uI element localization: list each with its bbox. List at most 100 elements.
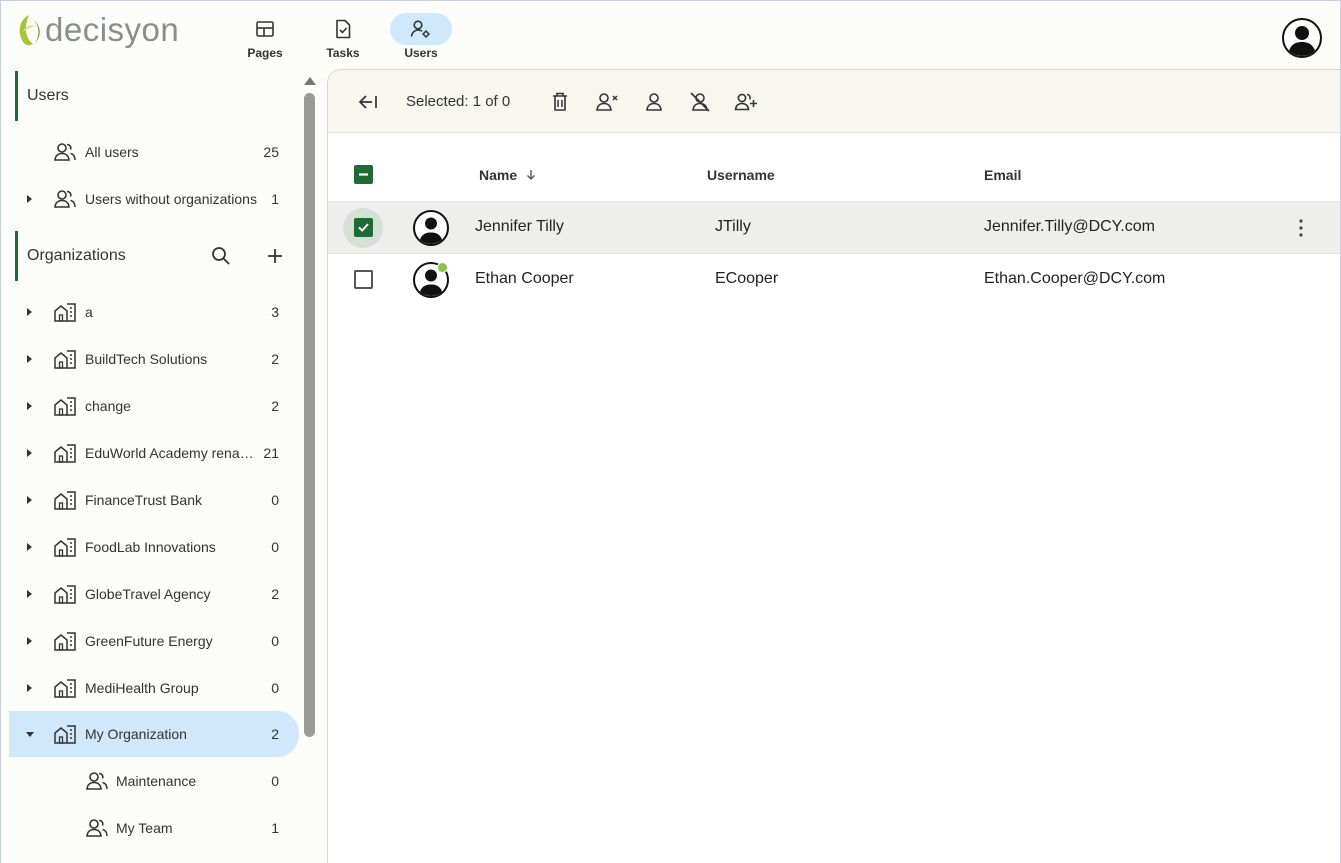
sidebar-org-medihealth-group[interactable]: MediHealth Group 0 <box>9 666 299 710</box>
column-header-email[interactable]: Email <box>984 167 1021 183</box>
sidebar-item-count: 1 <box>271 191 279 207</box>
users-settings-icon <box>390 13 452 45</box>
sidebar-org-label: BuildTech Solutions <box>85 351 208 367</box>
add-users-icon[interactable] <box>734 90 758 114</box>
sidebar-team-count: 1 <box>271 820 279 836</box>
users-group-icon <box>54 190 76 208</box>
sidebar-org-greenfuture-energy[interactable]: GreenFuture Energy 0 <box>9 619 299 663</box>
disable-user-icon[interactable] <box>688 90 712 114</box>
sidebar-team-maintenance[interactable]: Maintenance 0 <box>9 759 299 803</box>
column-header-name[interactable]: Name <box>479 167 537 183</box>
sidebar: Users All users 25 Users without organiz… <box>1 69 327 863</box>
row-checkbox[interactable] <box>354 270 373 289</box>
delete-trash-icon[interactable] <box>548 90 572 114</box>
nav-pages[interactable]: Pages <box>233 13 297 60</box>
cell-name: Jennifer Tilly <box>475 218 564 235</box>
decisyon-logo[interactable]: decisyon <box>15 11 179 49</box>
cell-email: Jennifer.Tilly@DCY.com <box>984 218 1155 235</box>
collapse-panel-arrow-icon[interactable] <box>356 90 380 114</box>
sidebar-org-count: 0 <box>271 492 279 508</box>
search-organizations-icon[interactable] <box>209 244 233 268</box>
sidebar-item-users-without-organizations[interactable]: Users without organizations 1 <box>9 177 299 221</box>
sidebar-scrollbar[interactable] <box>303 77 316 737</box>
sidebar-org-count: 3 <box>271 304 279 320</box>
sidebar-org-change[interactable]: change 2 <box>9 384 299 428</box>
selection-toolbar: Selected: 1 of 0 <box>328 70 1340 133</box>
collapse-caret-icon[interactable] <box>26 731 34 737</box>
table-header: Name Username Email <box>328 150 1340 202</box>
sidebar-org-label: FinanceTrust Bank <box>85 492 202 508</box>
sidebar-org-globetravel-agency[interactable]: GlobeTravel Agency 2 <box>9 572 299 616</box>
remove-user-icon[interactable] <box>595 90 619 114</box>
expand-caret-icon[interactable] <box>27 308 32 316</box>
sidebar-org-buildtech-solutions[interactable]: BuildTech Solutions 2 <box>9 337 299 381</box>
cell-email: Ethan.Cooper@DCY.com <box>984 270 1166 287</box>
sidebar-org-label: a <box>85 304 93 320</box>
scroll-up-arrow-icon[interactable] <box>304 77 316 85</box>
pages-icon <box>234 13 296 45</box>
sidebar-org-count: 21 <box>263 445 279 461</box>
tasks-icon <box>312 13 374 45</box>
sidebar-org-count: 2 <box>271 351 279 367</box>
sidebar-org-label: GreenFuture Energy <box>85 633 213 649</box>
sidebar-org-my-organization[interactable]: My Organization 2 <box>9 711 299 757</box>
expand-caret-icon[interactable] <box>27 543 32 551</box>
column-header-label: Name <box>479 167 518 183</box>
logo-text: decisyon <box>45 11 180 48</box>
sidebar-org-financetrust-bank[interactable]: FinanceTrust Bank 0 <box>9 478 299 522</box>
sidebar-team-my-team[interactable]: My Team 1 <box>9 806 299 850</box>
cell-username: ECooper <box>715 270 779 287</box>
sidebar-org-count: 0 <box>271 539 279 555</box>
avatar <box>413 210 449 246</box>
select-all-checkbox[interactable] <box>354 165 373 184</box>
expand-caret-icon[interactable] <box>27 449 32 457</box>
online-status-dot <box>437 262 448 273</box>
table-row[interactable]: Ethan Cooper ECooper Ethan.Cooper@DCY.co… <box>328 254 1340 306</box>
sidebar-org-foodlab-innovations[interactable]: FoodLab Innovations 0 <box>9 525 299 569</box>
expand-caret-icon[interactable] <box>27 684 32 692</box>
expand-caret-icon[interactable] <box>27 355 32 363</box>
nav-label: Tasks <box>326 46 360 60</box>
organization-building-icon <box>54 491 76 510</box>
users-group-icon <box>54 143 76 161</box>
nav-tasks[interactable]: Tasks <box>311 13 375 60</box>
sidebar-item-count: 25 <box>263 144 279 160</box>
organization-building-icon <box>54 397 76 416</box>
sidebar-org-count: 0 <box>271 633 279 649</box>
sidebar-org-eduworld-academy[interactable]: EduWorld Academy renamed 21 <box>9 431 299 475</box>
organization-building-icon <box>54 679 76 698</box>
table-row[interactable]: Jennifer Tilly JTilly Jennifer.Tilly@DCY… <box>328 202 1340 254</box>
expand-caret-icon[interactable] <box>27 195 32 203</box>
row-checkbox[interactable] <box>354 218 373 237</box>
sidebar-team-label: My Team <box>116 820 173 836</box>
expand-caret-icon[interactable] <box>27 590 32 598</box>
logo-leaf-icon <box>19 15 40 46</box>
organization-building-icon <box>54 538 76 557</box>
scrollbar-thumb[interactable] <box>304 93 315 737</box>
users-section-title: Users <box>15 71 305 121</box>
add-organization-icon[interactable] <box>263 244 287 268</box>
sidebar-org-label: MediHealth Group <box>85 680 199 696</box>
organization-building-icon <box>54 350 76 369</box>
sidebar-item-all-users[interactable]: All users 25 <box>9 130 299 174</box>
sidebar-org-count: 0 <box>271 680 279 696</box>
indeterminate-dash-icon <box>359 173 368 176</box>
sidebar-org-label: FoodLab Innovations <box>85 539 216 555</box>
user-icon[interactable] <box>642 90 666 114</box>
organization-building-icon <box>54 444 76 463</box>
organization-building-icon <box>54 585 76 604</box>
sidebar-item-label: Users without organizations <box>85 191 257 207</box>
expand-caret-icon[interactable] <box>27 637 32 645</box>
expand-caret-icon[interactable] <box>27 402 32 410</box>
sidebar-org-label: EduWorld Academy renamed <box>85 445 257 461</box>
row-more-options-icon[interactable] <box>1298 216 1304 240</box>
expand-caret-icon[interactable] <box>27 496 32 504</box>
column-header-username[interactable]: Username <box>707 167 775 183</box>
sidebar-org-a[interactable]: a 3 <box>9 290 299 334</box>
top-bar: decisyon Pages Tasks Users <box>1 1 1340 69</box>
organization-building-icon <box>54 725 76 744</box>
nav-users[interactable]: Users <box>389 13 453 60</box>
organization-building-icon <box>54 303 76 322</box>
nav-label: Users <box>404 46 438 60</box>
profile-avatar-button[interactable] <box>1282 18 1322 58</box>
